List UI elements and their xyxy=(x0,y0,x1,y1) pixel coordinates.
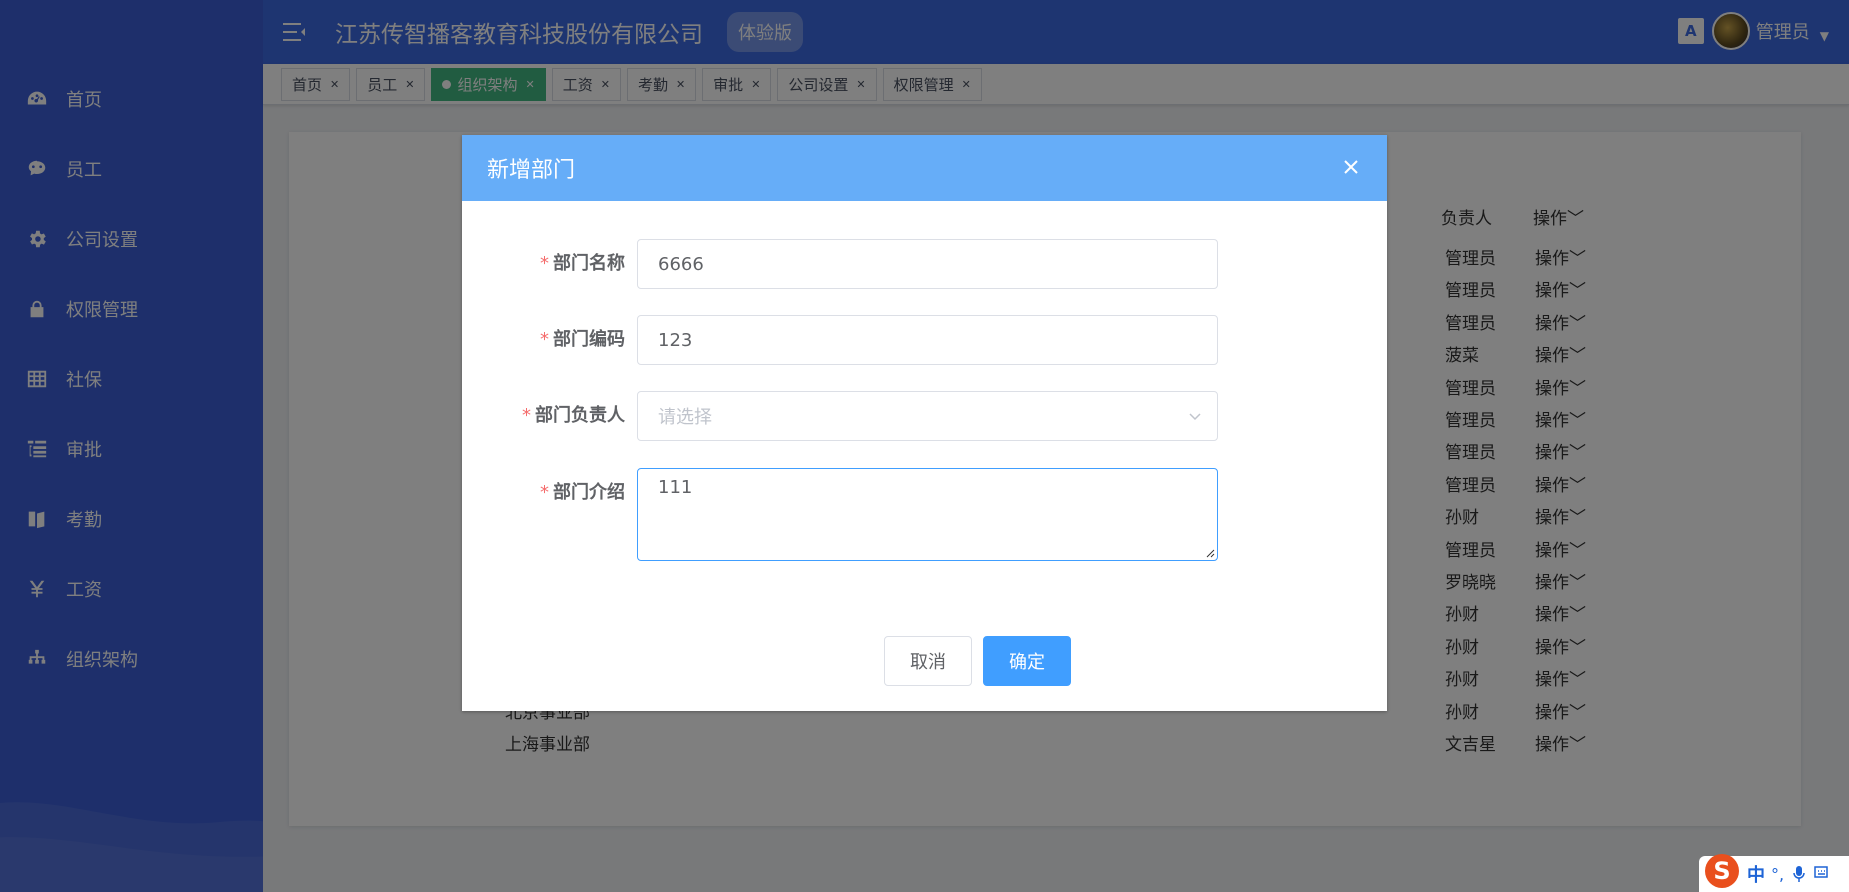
required-asterisk: * xyxy=(540,329,549,350)
dept-code-input[interactable]: 123 xyxy=(637,315,1218,365)
form-label-text: 部门负责人 xyxy=(535,405,625,426)
dept-name-input[interactable]: 6666 xyxy=(637,239,1218,289)
resize-handle-icon[interactable] xyxy=(1205,548,1215,558)
form-label-text: 部门编码 xyxy=(553,329,625,350)
select-placeholder: 请选择 xyxy=(658,407,712,428)
textarea-value: 111 xyxy=(658,477,693,498)
form-label: * 部门编码 xyxy=(540,315,625,365)
required-asterisk: * xyxy=(522,405,531,426)
dept-manager-select[interactable]: 请选择 xyxy=(637,391,1218,441)
dept-intro-textarea[interactable]: 111 xyxy=(637,468,1218,561)
ime-toolbar[interactable]: S 中 °, xyxy=(1699,854,1849,892)
form-label-text: 部门介绍 xyxy=(553,482,625,503)
form-label-text: 部门名称 xyxy=(553,253,625,274)
dialog-header: 新增部门 xyxy=(462,135,1387,201)
add-department-dialog: 新增部门 * 部门名称 6666 * 部门编码 123 * 部门负责人 请选择 * 部门… xyxy=(462,135,1387,711)
dialog-footer: 取消 确定 xyxy=(462,636,1387,686)
keyboard-icon[interactable] xyxy=(1814,863,1828,885)
confirm-button[interactable]: 确定 xyxy=(983,636,1071,686)
form-label: * 部门名称 xyxy=(540,239,625,289)
microphone-icon[interactable] xyxy=(1792,865,1806,883)
ime-punctuation[interactable]: °, xyxy=(1771,865,1784,884)
cancel-button[interactable]: 取消 xyxy=(884,636,972,686)
dialog-title: 新增部门 xyxy=(487,158,576,183)
required-asterisk: * xyxy=(540,482,549,503)
ime-logo-icon[interactable]: S xyxy=(1705,854,1739,888)
chevron-down-icon xyxy=(1189,413,1201,421)
form-label: * 部门负责人 xyxy=(522,391,625,441)
ime-mode[interactable]: 中 xyxy=(1747,861,1765,887)
close-icon[interactable] xyxy=(1339,155,1363,179)
form-label: * 部门介绍 xyxy=(540,468,625,518)
required-asterisk: * xyxy=(540,253,549,274)
